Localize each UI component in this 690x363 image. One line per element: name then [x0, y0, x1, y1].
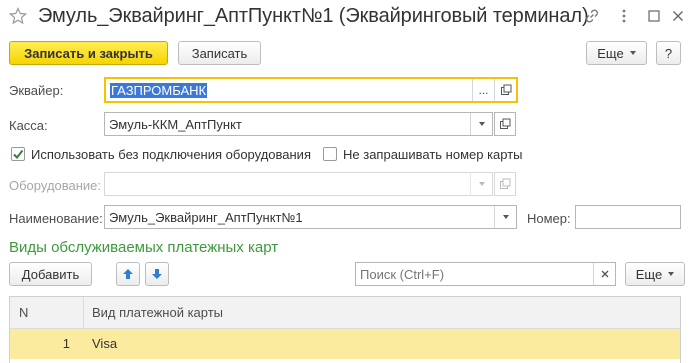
more-button[interactable]: Еще — [586, 41, 647, 65]
add-button[interactable]: Добавить — [9, 262, 92, 286]
window-title: Эмуль_Эквайринг_АптПункт№1 (Эквайринговы… — [38, 5, 589, 27]
row-card-type: Visa — [92, 336, 118, 351]
link-icon[interactable] — [582, 6, 602, 26]
column-header-n[interactable]: N — [19, 297, 28, 329]
chevron-down-icon — [470, 173, 492, 195]
cashbox-field[interactable]: Эмуль-ККМ_АптПункт — [104, 112, 493, 136]
save-button[interactable]: Записать — [178, 41, 261, 65]
no-card-number-label: Не запрашивать номер карты — [343, 147, 523, 162]
close-icon[interactable] — [668, 6, 688, 26]
no-card-number-checkbox[interactable] — [323, 147, 337, 161]
table-header: N Вид платежной карты — [10, 297, 680, 329]
clear-search-icon[interactable] — [593, 263, 615, 285]
chevron-down-icon — [629, 51, 636, 55]
search-input[interactable] — [356, 263, 593, 285]
chevron-down-icon[interactable] — [494, 206, 516, 228]
more-vertical-icon[interactable] — [614, 6, 634, 26]
arrow-down-icon — [152, 269, 162, 279]
open-icon[interactable] — [494, 79, 516, 101]
table-row[interactable]: 1 Visa — [10, 329, 680, 359]
more-button-label: Еще — [597, 45, 624, 61]
cashbox-value: Эмуль-ККМ_АптПункт — [109, 116, 242, 132]
use-without-equipment-checkbox[interactable] — [11, 147, 25, 161]
chevron-down-icon[interactable] — [470, 113, 492, 135]
column-header-card-type[interactable]: Вид платежной карты — [83, 297, 223, 329]
open-icon — [494, 172, 516, 196]
name-field[interactable]: Эмуль_Эквайринг_АптПункт№1 — [104, 205, 517, 229]
acquirer-field[interactable]: ГАЗПРОМБАНК ... — [104, 77, 518, 103]
name-value: Эмуль_Эквайринг_АптПункт№1 — [109, 209, 303, 225]
equipment-field — [104, 172, 493, 196]
search-field[interactable] — [355, 262, 616, 286]
acquirer-value: ГАЗПРОМБАНК — [110, 82, 208, 98]
table-more-label: Еще — [635, 266, 663, 282]
move-down-button[interactable] — [145, 262, 169, 286]
number-label: Номер: — [527, 211, 571, 226]
select-ellipsis-button[interactable]: ... — [472, 79, 494, 101]
table-more-button[interactable]: Еще — [625, 262, 685, 286]
use-without-equipment-label: Использовать без подключения оборудовани… — [31, 147, 311, 162]
move-up-button[interactable] — [116, 262, 140, 286]
maximize-icon[interactable] — [644, 6, 664, 26]
arrow-up-icon — [123, 269, 133, 279]
save-and-close-button[interactable]: Записать и закрыть — [9, 41, 168, 65]
row-number: 1 — [62, 336, 70, 351]
chevron-down-icon — [668, 272, 675, 276]
open-icon[interactable] — [494, 112, 516, 136]
cards-table: N Вид платежной карты 1 Visa — [9, 296, 681, 363]
equipment-label: Оборудование: — [9, 178, 102, 193]
acquirer-label: Эквайер: — [9, 83, 64, 98]
help-button[interactable]: ? — [656, 41, 681, 65]
name-label: Наименование: — [9, 211, 103, 226]
cards-section-title: Виды обслуживаемых платежных карт — [9, 239, 279, 256]
favorite-star-icon[interactable] — [9, 7, 27, 25]
number-field[interactable] — [575, 205, 681, 229]
cashbox-label: Касса: — [9, 118, 48, 133]
checkmark-icon — [13, 149, 24, 160]
